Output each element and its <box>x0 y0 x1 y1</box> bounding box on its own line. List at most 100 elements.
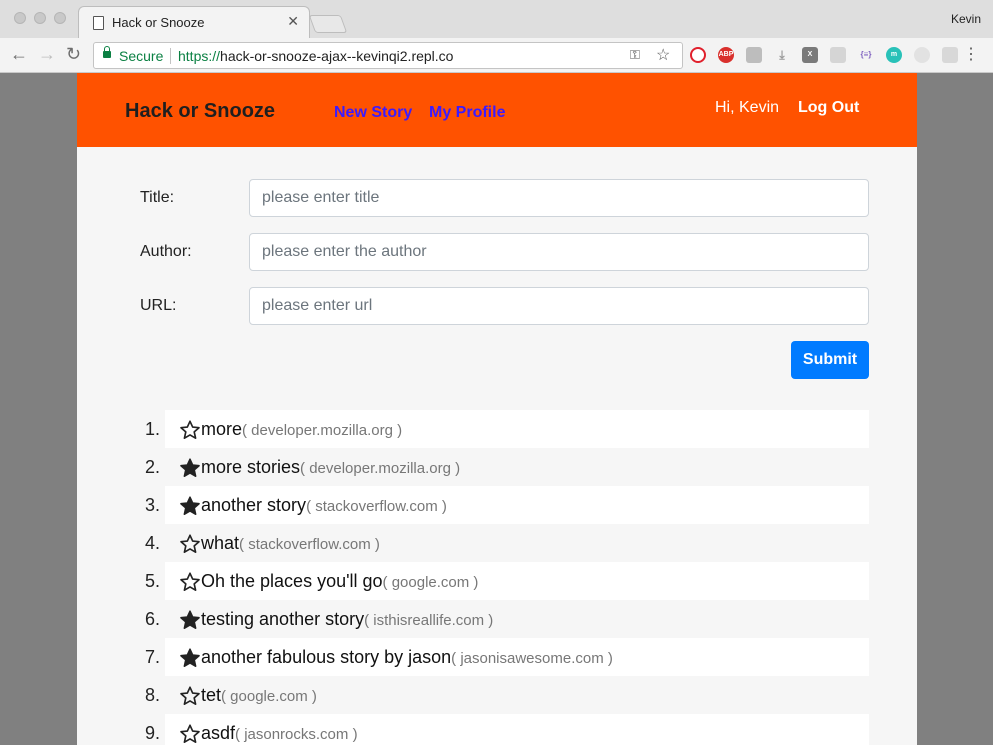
filled-star-icon[interactable] <box>179 647 201 669</box>
story-hostname: ( developer.mozilla.org ) <box>300 460 461 477</box>
story-number: 3. <box>144 495 160 515</box>
close-window-button[interactable] <box>14 12 26 24</box>
bookmark-star-icon[interactable]: ☆ <box>656 45 670 65</box>
grid-icon[interactable] <box>942 47 958 63</box>
url-row: URL: <box>140 287 870 325</box>
story-item: 8. tet( google.com ) <box>145 676 869 714</box>
reload-icon[interactable]: ↻ <box>66 44 81 64</box>
story-item: 4. what( stackoverflow.com ) <box>145 524 869 562</box>
more-menu-icon[interactable]: ⋮ <box>963 45 979 65</box>
story-number: 9. <box>144 723 160 743</box>
story-number: 6. <box>144 609 160 629</box>
logout-link[interactable]: Log Out <box>798 99 859 117</box>
story-title-link[interactable]: what <box>201 533 239 553</box>
page-content: Hack or Snooze New Story My Profile Hi, … <box>77 73 917 745</box>
json-icon[interactable]: {≡} <box>858 47 874 63</box>
m-icon[interactable]: m <box>886 47 902 63</box>
profile-name[interactable]: Kevin <box>951 12 981 26</box>
face-icon[interactable] <box>914 47 930 63</box>
story-hostname: ( jasonrocks.com ) <box>235 726 358 743</box>
story-number: 4. <box>144 533 160 553</box>
page-icon <box>93 16 104 30</box>
url-label: URL: <box>140 297 177 314</box>
story-title-link[interactable]: Oh the places you'll go <box>201 571 383 591</box>
story-text: what( stackoverflow.com ) <box>201 533 380 554</box>
address-bar[interactable]: Secure https://hack-or-snooze-ajax--kevi… <box>93 42 683 69</box>
empty-star-icon[interactable] <box>179 533 201 555</box>
filled-star-icon[interactable] <box>179 495 201 517</box>
url-text[interactable]: https://hack-or-snooze-ajax--kevinqi2.re… <box>178 48 453 64</box>
empty-star-icon[interactable] <box>179 419 201 441</box>
story-text: asdf( jasonrocks.com ) <box>201 723 358 744</box>
story-item: 2. more stories( developer.mozilla.org ) <box>145 448 869 486</box>
puzzle-icon[interactable] <box>830 47 846 63</box>
story-text: more( developer.mozilla.org ) <box>201 419 402 440</box>
story-item: 7. another fabulous story by jason( jason… <box>145 638 869 676</box>
download-icon[interactable]: ⤓ <box>774 47 790 63</box>
empty-star-icon[interactable] <box>179 685 201 707</box>
story-item: 6. testing another story( isthisreallife.… <box>145 600 869 638</box>
close-tab-icon[interactable]: ✕ <box>287 13 299 30</box>
title-input[interactable] <box>249 179 869 217</box>
user-greeting: Hi, Kevin <box>715 99 780 116</box>
story-title-link[interactable]: tet <box>201 685 221 705</box>
story-title-link[interactable]: more <box>201 419 242 439</box>
url-scheme: https:// <box>178 48 221 64</box>
story-item: 1. more( developer.mozilla.org ) <box>145 410 869 448</box>
story-title-link[interactable]: more stories <box>201 457 300 477</box>
story-item: 9. asdf( jasonrocks.com ) <box>145 714 869 745</box>
opera-icon[interactable] <box>690 47 706 63</box>
story-hostname: ( google.com ) <box>221 688 317 705</box>
story-text: more stories( developer.mozilla.org ) <box>201 457 460 478</box>
story-number: 5. <box>144 571 160 591</box>
x-icon[interactable]: X <box>802 47 818 63</box>
url-host: hack-or-snooze-ajax--kevinqi2.repl.co <box>220 48 454 64</box>
filled-star-icon[interactable] <box>179 609 201 631</box>
story-hostname: ( isthisreallife.com ) <box>364 612 494 629</box>
story-text: another fabulous story by jason( jasonis… <box>201 647 613 668</box>
empty-star-icon[interactable] <box>179 723 201 745</box>
story-number: 1. <box>144 419 160 439</box>
key-icon[interactable]: ⚿ <box>630 47 640 63</box>
minimize-window-button[interactable] <box>34 12 46 24</box>
story-title-link[interactable]: testing another story <box>201 609 364 629</box>
site-brand[interactable]: Hack or Snooze <box>125 100 275 123</box>
story-hostname: ( stackoverflow.com ) <box>306 498 447 515</box>
story-item: 3. another story( stackoverflow.com ) <box>145 486 869 524</box>
story-number: 8. <box>144 685 160 705</box>
story-title-link[interactable]: asdf <box>201 723 235 743</box>
author-input[interactable] <box>249 233 869 271</box>
title-label: Title: <box>140 189 175 206</box>
adblock-icon[interactable]: ABP <box>718 47 734 63</box>
filled-star-icon[interactable] <box>179 457 201 479</box>
browser-toolbar: ← → ↻ Secure https://hack-or-snooze-ajax… <box>0 38 993 73</box>
story-number: 2. <box>144 457 160 477</box>
new-story-link[interactable]: New Story <box>334 104 412 122</box>
browser-tab[interactable]: Hack or Snooze ✕ <box>78 6 310 38</box>
author-row: Author: <box>140 233 870 271</box>
maximize-window-button[interactable] <box>54 12 66 24</box>
divider <box>170 48 171 64</box>
cube-icon[interactable] <box>746 47 762 63</box>
story-text: tet( google.com ) <box>201 685 317 706</box>
story-item: 5. Oh the places you'll go( google.com ) <box>145 562 869 600</box>
url-input[interactable] <box>249 287 869 325</box>
title-row: Title: <box>140 179 870 217</box>
forward-arrow-icon[interactable]: → <box>38 44 56 64</box>
story-number: 7. <box>144 647 160 667</box>
story-hostname: ( stackoverflow.com ) <box>239 536 380 553</box>
story-hostname: ( jasonisawesome.com ) <box>451 650 613 667</box>
back-arrow-icon[interactable]: ← <box>10 44 28 64</box>
new-tab-button[interactable] <box>308 15 348 33</box>
secure-label: Secure <box>119 48 164 64</box>
tab-title: Hack or Snooze <box>112 15 205 30</box>
story-title-link[interactable]: another fabulous story by jason <box>201 647 451 667</box>
lock-icon <box>103 46 111 58</box>
story-text: testing another story( isthisreallife.co… <box>201 609 493 630</box>
story-title-link[interactable]: another story <box>201 495 306 515</box>
story-text: another story( stackoverflow.com ) <box>201 495 447 516</box>
my-profile-link[interactable]: My Profile <box>429 104 505 122</box>
story-list: 1. more( developer.mozilla.org ) 2. more st… <box>145 410 869 745</box>
submit-button[interactable]: Submit <box>791 341 869 379</box>
empty-star-icon[interactable] <box>179 571 201 593</box>
